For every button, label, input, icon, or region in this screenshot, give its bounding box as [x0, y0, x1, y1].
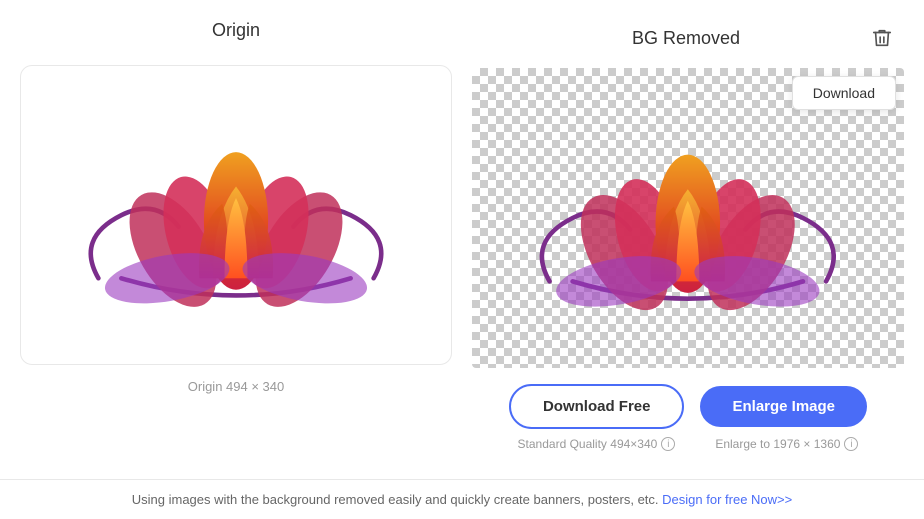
origin-title: Origin — [212, 20, 260, 41]
left-panel: Origin — [20, 20, 452, 394]
trash-button[interactable] — [864, 20, 900, 56]
download-button[interactable]: Download — [792, 76, 896, 110]
main-content: Origin — [0, 0, 924, 479]
standard-quality-info: Standard Quality 494×340 i — [518, 437, 676, 451]
left-header: Origin — [20, 20, 452, 53]
enlarge-image-button[interactable]: Enlarge Image — [700, 386, 867, 427]
info-row: Standard Quality 494×340 i Enlarge to 19… — [472, 437, 904, 451]
footer-bar: Using images with the background removed… — [0, 479, 924, 519]
footer-link[interactable]: Design for free Now>> — [662, 492, 792, 507]
bg-removed-image-box: Download — [472, 68, 904, 368]
action-row: Download Free Enlarge Image — [509, 384, 867, 429]
checker-background — [472, 68, 904, 368]
bg-removed-lotus-svg — [515, 98, 861, 338]
enlarge-info: Enlarge to 1976 × 1360 i — [715, 437, 858, 451]
origin-image-box — [20, 65, 452, 365]
enlarge-info-icon[interactable]: i — [844, 437, 858, 451]
origin-lotus-svg — [64, 96, 408, 334]
right-panel: BG Removed — [472, 20, 904, 451]
footer-text: Using images with the background removed… — [132, 492, 659, 507]
origin-caption: Origin 494 × 340 — [188, 379, 284, 394]
download-free-button[interactable]: Download Free — [509, 384, 685, 429]
bg-removed-title: BG Removed — [508, 28, 864, 49]
standard-quality-info-icon[interactable]: i — [661, 437, 675, 451]
right-header: BG Removed — [472, 20, 904, 56]
